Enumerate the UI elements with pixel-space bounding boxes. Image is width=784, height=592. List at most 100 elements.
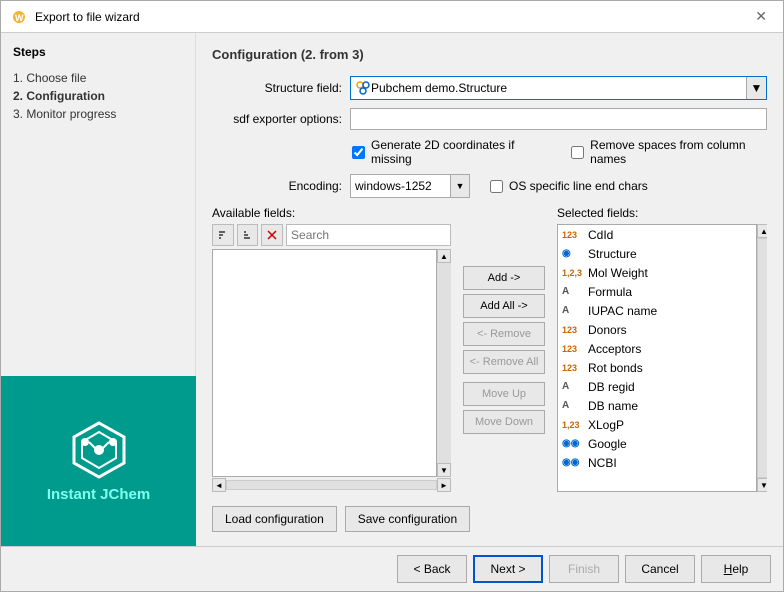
os-line-end-checkbox[interactable] <box>490 180 503 193</box>
selected-item[interactable]: 123 Rot bonds <box>558 358 756 377</box>
horiz-scroll-right-btn[interactable]: ► <box>437 478 451 492</box>
selected-item[interactable]: 123Donors <box>558 320 756 339</box>
vert-scroll-down-btn[interactable]: ▼ <box>437 463 451 477</box>
item-name: DB regid <box>588 380 635 394</box>
step-2-number: 2. <box>13 89 23 103</box>
sdf-options-row: sdf exporter options: <box>212 108 767 130</box>
structure-dropdown-arrow[interactable]: ▼ <box>746 77 766 99</box>
item-type-icon: 123 <box>562 363 584 373</box>
generate-2d-text: Generate 2D coordinates if missing <box>371 138 541 166</box>
main-panel: Configuration (2. from 3) Structure fiel… <box>196 33 783 546</box>
item-name: Google <box>588 437 627 451</box>
item-type-icon: A <box>562 305 584 316</box>
item-name: NCBI <box>588 456 617 470</box>
available-fields-list[interactable] <box>212 249 437 477</box>
item-name: Rot bonds <box>588 361 643 375</box>
generate-2d-checkbox[interactable] <box>352 146 365 159</box>
selected-scroll-up-btn[interactable]: ▲ <box>757 224 767 238</box>
item-name: CdId <box>588 228 613 242</box>
selected-item[interactable]: 123Acceptors <box>558 339 756 358</box>
finish-button[interactable]: Finish <box>549 555 619 583</box>
search-input[interactable] <box>286 224 451 246</box>
item-type-icon: A <box>562 400 584 411</box>
remove-all-button[interactable]: <- Remove All <box>463 350 545 374</box>
footer: < Back Next > Finish Cancel Help <box>1 546 783 591</box>
move-up-button[interactable]: Move Up <box>463 382 545 406</box>
selected-item[interactable]: 1,23XLogP <box>558 415 756 434</box>
sdf-options-input[interactable] <box>350 108 767 130</box>
horiz-scroll-track <box>226 480 437 490</box>
item-name: Structure <box>588 247 637 261</box>
horiz-scrollbar: ◄ ► <box>212 478 451 492</box>
cancel-button[interactable]: Cancel <box>625 555 695 583</box>
item-type-icon: 123 <box>562 230 584 240</box>
structure-field-label: Structure field: <box>212 81 342 95</box>
load-config-button[interactable]: Load configuration <box>212 506 337 532</box>
section-title: Configuration (2. from 3) <box>212 47 767 62</box>
selected-item[interactable]: 123 CdId <box>558 225 756 244</box>
encoding-row: Encoding: windows-1252 UTF-8 ISO-8859-1 … <box>212 174 767 198</box>
remove-spaces-label[interactable]: Remove spaces from column names <box>571 138 767 166</box>
sort-asc-button[interactable] <box>212 224 234 246</box>
selected-fields-panel-container: Selected fields: 123CdId◉Structure1,2,3M… <box>557 206 767 492</box>
item-type-icon: A <box>562 381 584 392</box>
selected-item[interactable]: 1,2,3 Mol Weight <box>558 263 756 282</box>
vert-scroll-track <box>437 263 451 463</box>
item-type-icon: 123 <box>562 325 584 335</box>
move-down-button[interactable]: Move Down <box>463 410 545 434</box>
add-all-button[interactable]: Add All -> <box>463 294 545 318</box>
structure-field-row: Structure field: Pubchem demo.Structure … <box>212 76 767 100</box>
selected-item[interactable]: ◉◉ Google <box>558 434 756 453</box>
os-line-end-label[interactable]: OS specific line end chars <box>490 179 648 193</box>
item-type-icon: A <box>562 286 584 297</box>
next-button[interactable]: Next > <box>473 555 543 583</box>
step-1-label: Choose file <box>26 71 86 85</box>
structure-field-value: Pubchem demo.Structure <box>371 81 762 95</box>
structure-field-dropdown[interactable]: Pubchem demo.Structure ▼ <box>350 76 767 100</box>
item-type-icon: 1,23 <box>562 420 584 430</box>
vert-scroll-up-btn[interactable]: ▲ <box>437 249 451 263</box>
clear-button[interactable] <box>261 224 283 246</box>
selected-item[interactable]: A IUPAC name <box>558 301 756 320</box>
selected-item[interactable]: A DB name <box>558 396 756 415</box>
add-button[interactable]: Add -> <box>463 266 545 290</box>
middle-buttons-panel: Add -> Add All -> <- Remove <- Remove Al… <box>459 206 549 492</box>
selected-fields-list[interactable]: 123 CdId ◉Structure 1,2,3 Mol Weight AFormula… <box>557 224 757 492</box>
close-button[interactable]: ✕ <box>749 6 773 27</box>
wizard-icon: W <box>11 9 27 25</box>
generate-2d-label[interactable]: Generate 2D coordinates if missing <box>352 138 541 166</box>
selected-item[interactable]: AFormula <box>558 282 756 301</box>
move-buttons: Move Up Move Down <box>463 382 545 434</box>
clear-icon <box>266 229 278 241</box>
remove-spaces-text: Remove spaces from column names <box>590 138 767 166</box>
remove-spaces-checkbox[interactable] <box>571 146 584 159</box>
selected-item[interactable]: A DB regid <box>558 377 756 396</box>
item-name: Mol Weight <box>588 266 648 280</box>
sort-desc-button[interactable] <box>237 224 259 246</box>
selected-scroll-down-btn[interactable]: ▼ <box>757 478 767 492</box>
available-vert-scrollbar: ▲ ▼ <box>437 249 451 477</box>
item-type-icon: 1,2,3 <box>562 268 584 278</box>
help-button[interactable]: Help <box>701 555 771 583</box>
item-type-icon: ◉◉ <box>562 438 584 449</box>
encoding-select[interactable]: windows-1252 UTF-8 ISO-8859-1 <box>350 174 470 198</box>
horiz-scroll-left-btn[interactable]: ◄ <box>212 478 226 492</box>
selected-fields-panel: Selected fields: 123CdId◉Structure1,2,3M… <box>557 206 757 492</box>
config-buttons: Load configuration Save configuration <box>212 506 767 532</box>
steps-title: Steps <box>13 45 183 59</box>
encoding-label: Encoding: <box>212 179 342 193</box>
available-fields-panel: Available fields: <box>212 206 451 492</box>
remove-button[interactable]: <- Remove <box>463 322 545 346</box>
back-button[interactable]: < Back <box>397 555 467 583</box>
item-name: IUPAC name <box>588 304 657 318</box>
selected-item[interactable]: ◉◉NCBI <box>558 453 756 472</box>
sdf-options-label: sdf exporter options: <box>212 112 342 126</box>
brand-name: Instant JChem <box>47 486 150 503</box>
steps-list: 1. Choose file 2. Configuration 3. Monit… <box>13 69 183 123</box>
save-config-button[interactable]: Save configuration <box>345 506 470 532</box>
selected-item[interactable]: ◉Structure <box>558 244 756 263</box>
dialog-content: Steps 1. Choose file 2. Configuration 3.… <box>1 33 783 546</box>
encoding-dropdown[interactable]: windows-1252 UTF-8 ISO-8859-1 ▼ <box>350 174 470 198</box>
item-name: DB name <box>588 399 638 413</box>
available-fields-title: Available fields: <box>212 206 451 220</box>
